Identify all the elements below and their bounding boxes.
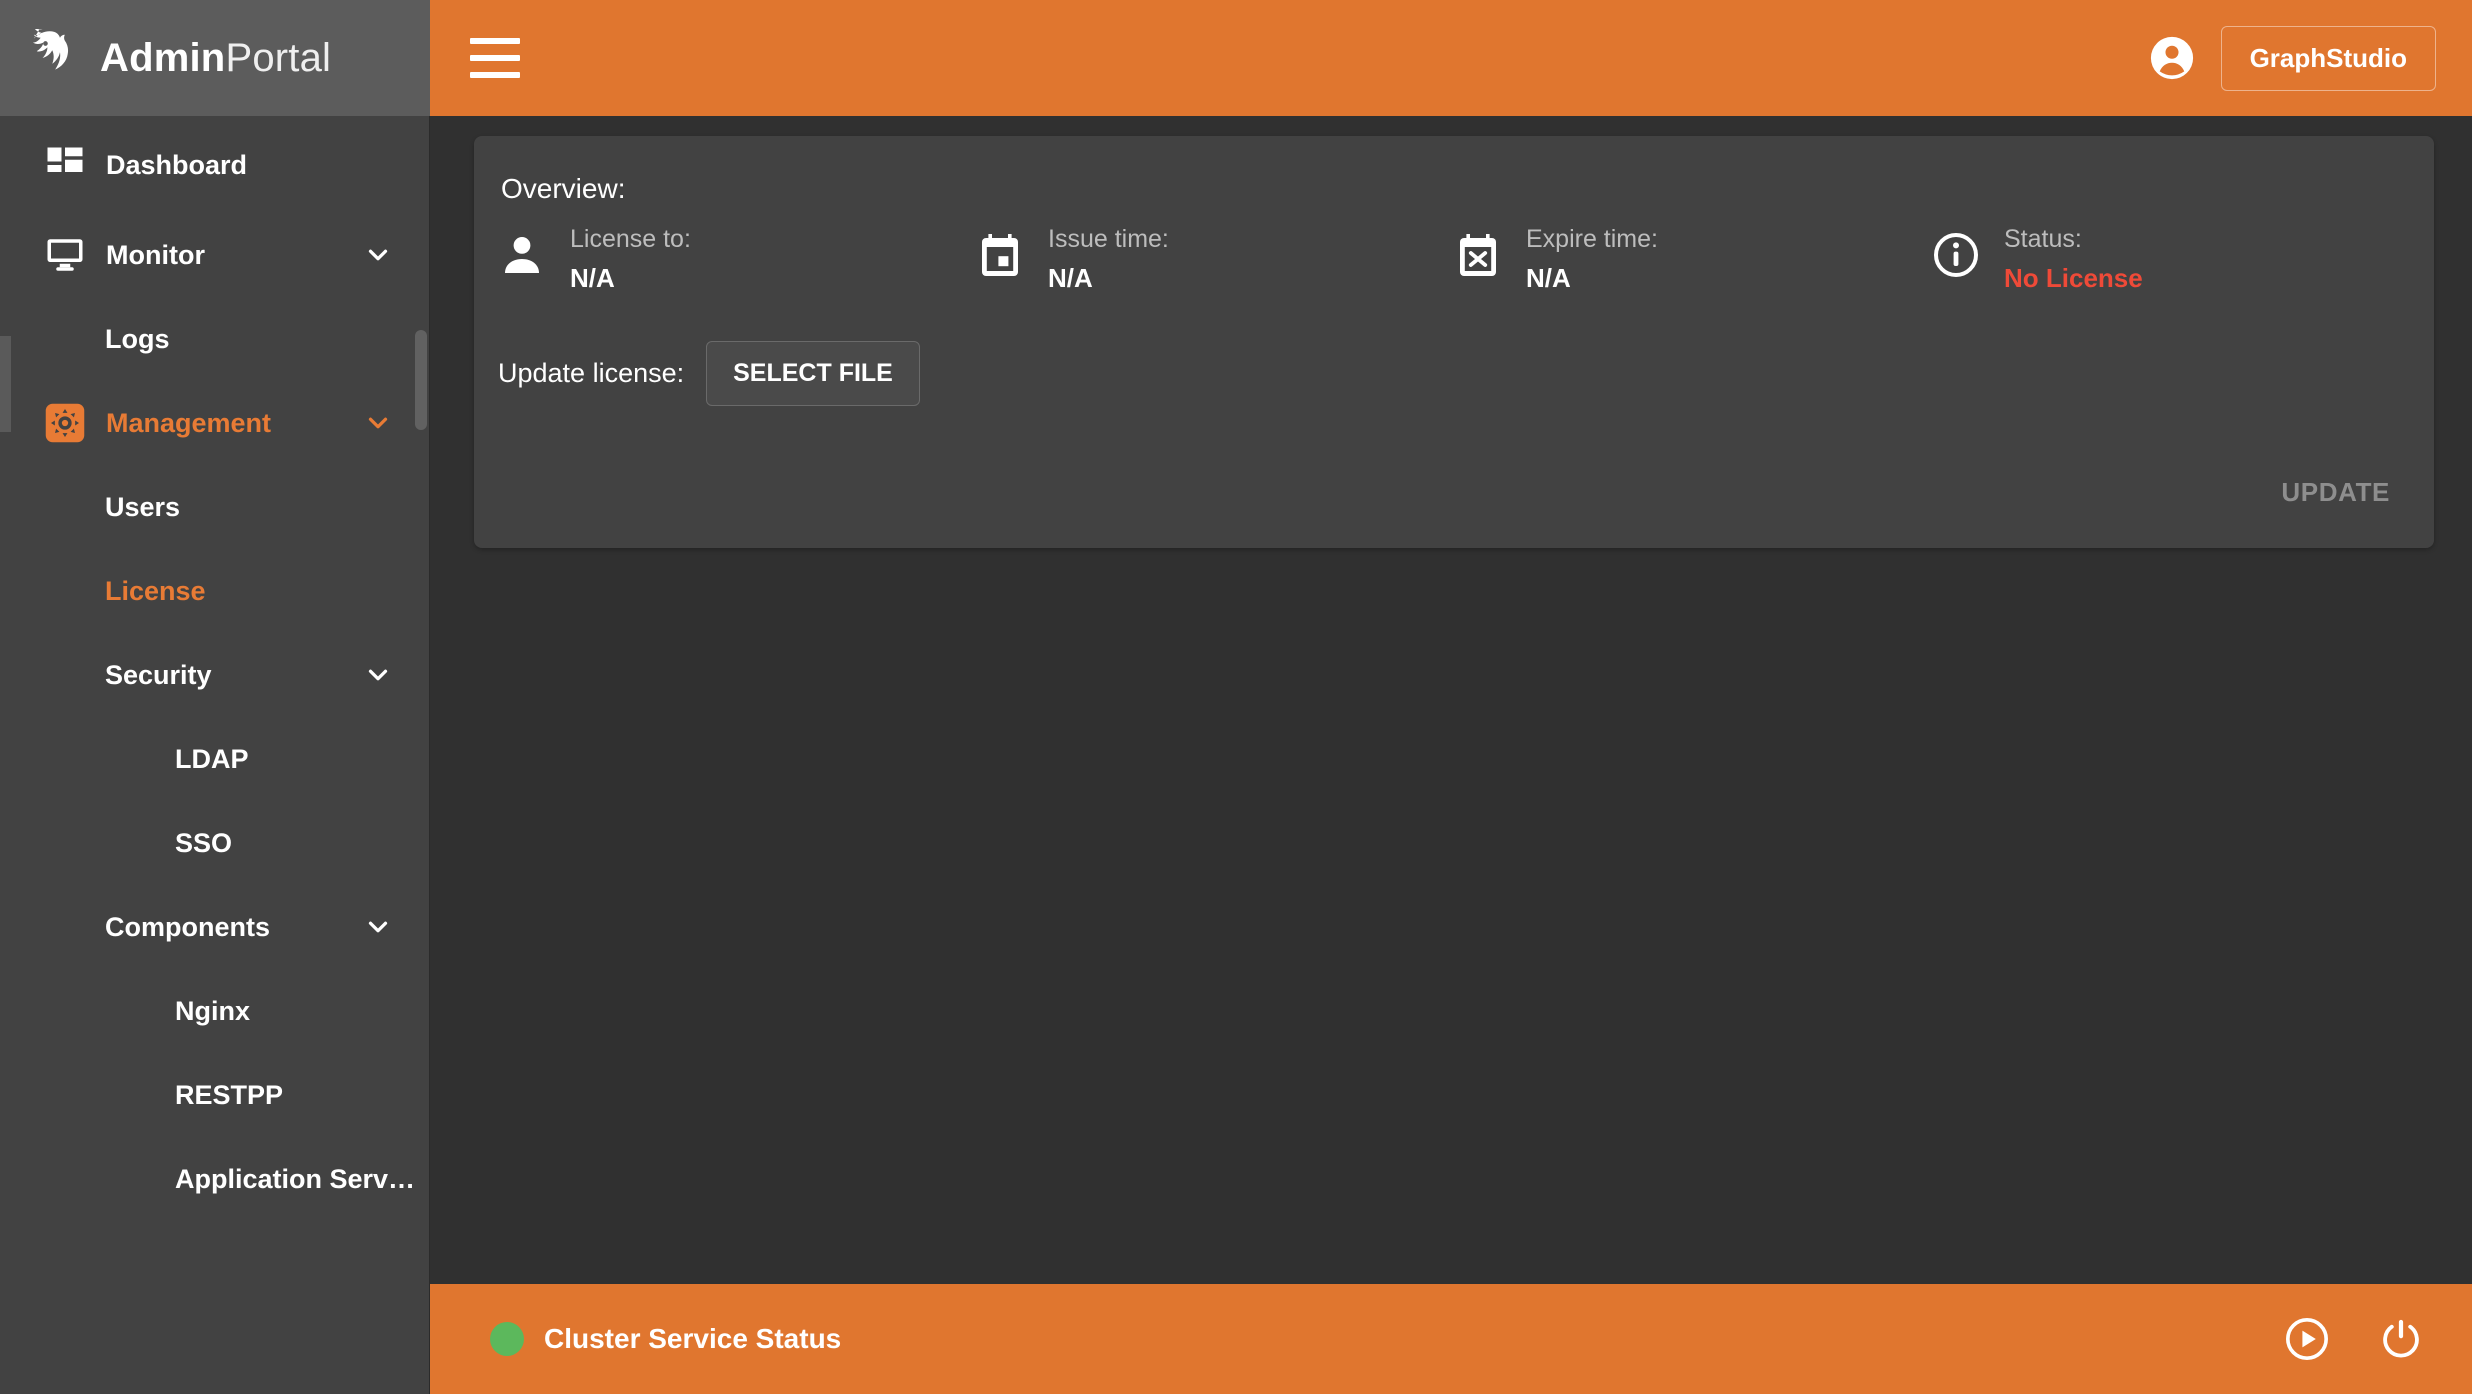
sidebar-item-license[interactable]: License: [0, 560, 429, 622]
nav-gap: [0, 622, 429, 644]
sidebar-item-label: Logs: [105, 323, 170, 354]
nav-gap: [0, 706, 429, 728]
sidebar-item-management[interactable]: Management: [0, 392, 429, 454]
event-busy-icon: [1460, 234, 1496, 276]
sidebar: AdminPortal Dashboard Monitor Logs Manag…: [0, 0, 430, 1394]
nav-gap: [0, 958, 429, 980]
field-expire-time: Expire time: N/A: [1454, 224, 1932, 294]
chevron-down-icon: [368, 417, 388, 429]
field-value: N/A: [570, 263, 615, 294]
status-badge: No License: [2004, 263, 2143, 294]
person-icon: [505, 237, 539, 273]
nav-gap: [0, 538, 429, 560]
sidebar-item-label: Components: [105, 911, 270, 942]
sidebar-item-label: Monitor: [106, 239, 205, 270]
sidebar-item-dashboard[interactable]: Dashboard: [0, 134, 429, 196]
sidebar-scrollbar-thumb[interactable]: [415, 330, 427, 430]
chevron-down-icon: [368, 921, 388, 933]
field-text: Expire time: N/A: [1526, 224, 1658, 294]
cluster-status-label: Cluster Service Status: [544, 1323, 842, 1354]
sidebar-item-components[interactable]: Components: [0, 896, 429, 958]
hamburger-menu-icon[interactable]: [470, 38, 520, 78]
sidebar-item-ldap[interactable]: LDAP: [0, 728, 429, 790]
field-label: License to:: [570, 225, 691, 253]
nav-gap: [0, 1126, 429, 1148]
topbar-actions: GraphStudio: [2149, 25, 2436, 91]
nav-gap: [0, 196, 429, 224]
brand-header[interactable]: AdminPortal: [0, 0, 430, 116]
update-license-row: Update license: SELECT FILE: [498, 341, 920, 406]
nav-gap: [0, 286, 429, 308]
license-overview-card: Overview: License to: N/A Issue time: N/…: [474, 136, 2434, 548]
sidebar-item-logs[interactable]: Logs: [0, 308, 429, 370]
update-license-label: Update license:: [498, 358, 685, 388]
topbar: GraphStudio: [430, 0, 2472, 116]
monitor-icon: [47, 239, 83, 271]
sidebar-item-nginx[interactable]: Nginx: [0, 980, 429, 1042]
graphstudio-button[interactable]: GraphStudio: [2220, 25, 2436, 91]
sidebar-item-restpp[interactable]: RESTPP: [0, 1064, 429, 1126]
sidebar-item-label: License: [105, 575, 206, 606]
power-icon[interactable]: [2378, 1316, 2424, 1362]
hamburger-bar: [470, 38, 520, 44]
nav-gap: [0, 370, 429, 392]
admin-portal-app: AdminPortal Dashboard Monitor Logs Manag…: [0, 0, 2472, 1394]
nav-gap: [0, 790, 429, 812]
field-label: Expire time:: [1526, 225, 1658, 253]
chevron-down-icon: [368, 249, 388, 261]
field-text: Issue time: N/A: [1048, 224, 1169, 294]
sidebar-item-security[interactable]: Security: [0, 644, 429, 706]
cluster-status-bar: Cluster Service Status: [430, 1284, 2472, 1394]
chevron-down-icon: [368, 669, 388, 681]
sidebar-nav: Dashboard Monitor Logs Management Users …: [0, 116, 429, 1210]
license-fields: License to: N/A Issue time: N/A Expire t…: [498, 224, 2410, 294]
nav-gap: [0, 454, 429, 476]
field-text: License to: N/A: [570, 224, 691, 294]
account-circle-icon[interactable]: [2149, 35, 2195, 81]
sidebar-item-label: Management: [106, 407, 272, 438]
sidebar-item-monitor[interactable]: Monitor: [0, 224, 429, 286]
field-issue-time: Issue time: N/A: [976, 224, 1454, 294]
hamburger-bar: [470, 55, 520, 61]
sidebar-item-label: LDAP: [175, 743, 249, 774]
calendar-today-icon: [982, 234, 1018, 276]
field-value: N/A: [1048, 263, 1093, 294]
settings-icon: [45, 403, 85, 443]
field-status: Status: No License: [1932, 224, 2410, 294]
sidebar-item-label: RESTPP: [175, 1079, 284, 1110]
nav-gap: [0, 1042, 429, 1064]
sidebar-item-label: Users: [105, 491, 181, 522]
select-file-button[interactable]: SELECT FILE: [706, 341, 920, 406]
field-value: N/A: [1526, 263, 1571, 294]
update-button[interactable]: UPDATE: [2267, 465, 2404, 520]
info-circle-icon: [1934, 233, 1978, 277]
tiger-head-logo-icon: [32, 29, 69, 70]
sidebar-item-label: Nginx: [175, 995, 251, 1026]
hamburger-bar: [470, 72, 520, 78]
field-text: Status: No License: [2004, 224, 2143, 294]
sidebar-item-sso[interactable]: SSO: [0, 812, 429, 874]
sidebar-item-label: SSO: [175, 827, 233, 858]
main-content: Overview: License to: N/A Issue time: N/…: [430, 116, 2472, 1284]
brand-title-bold: Admin: [100, 35, 226, 80]
field-license-to: License to: N/A: [498, 224, 976, 294]
field-label: Status:: [2004, 225, 2082, 253]
nav-gap: [0, 874, 429, 896]
sidebar-scrollbar-track[interactable]: [415, 0, 428, 1394]
dashboard-icon: [47, 147, 83, 172]
field-label: Issue time:: [1048, 225, 1169, 253]
sidebar-item-label: Security: [105, 659, 212, 690]
play-circle-icon[interactable]: [2284, 1316, 2330, 1362]
sidebar-item-label: Dashboard: [106, 149, 248, 180]
brand-title-light: Portal: [225, 35, 332, 80]
sidebar-item-application-server[interactable]: Application Serv…: [0, 1148, 429, 1210]
footer-actions: [2236, 1316, 2424, 1362]
brand-title: AdminPortal: [100, 36, 331, 81]
status-indicator-dot: [490, 1322, 524, 1356]
card-title: Overview:: [501, 173, 626, 204]
sidebar-item-users[interactable]: Users: [0, 476, 429, 538]
sidebar-item-label: Application Serv…: [175, 1163, 416, 1194]
